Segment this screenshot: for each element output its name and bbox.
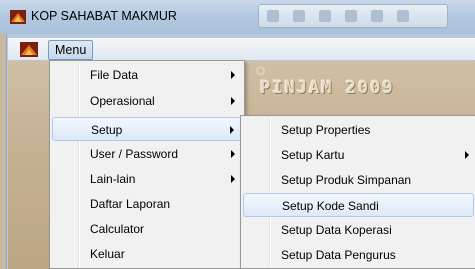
- menu-item-calculator[interactable]: Calculator: [52, 217, 242, 241]
- submenu-item-setup-data-koperasi[interactable]: Setup Data Koperasi: [243, 218, 474, 242]
- submenu-arrow-icon: [231, 175, 235, 183]
- submenu-item-label: Setup Data Koperasi: [281, 223, 392, 237]
- setup-submenu: Setup Properties Setup Kartu Setup Produ…: [240, 115, 475, 269]
- main-dropdown-menu: File Data Operasional Setup User / Passw…: [49, 60, 245, 269]
- submenu-arrow-icon: [230, 126, 234, 134]
- submenu-arrow-icon: [465, 151, 469, 159]
- submenu-item-setup-kartu[interactable]: Setup Kartu: [243, 143, 474, 167]
- menu-item-label: Daftar Laporan: [90, 197, 171, 211]
- menu-item-label: Setup: [91, 123, 123, 137]
- submenu-item-setup-produk-simpanan[interactable]: Setup Produk Simpanan: [243, 168, 474, 192]
- toolbar-settings-icon[interactable]: [397, 10, 409, 22]
- quick-access-toolbar: [258, 4, 448, 28]
- window-title: KOP SAHABAT MAKMUR: [31, 9, 177, 23]
- menu-item-user-password[interactable]: User / Password: [52, 142, 242, 166]
- submenu-item-label: Setup Produk Simpanan: [281, 173, 412, 187]
- menu-item-operasional[interactable]: Operasional: [52, 89, 242, 113]
- menu-item-daftar-laporan[interactable]: Daftar Laporan: [52, 192, 242, 216]
- submenu-item-label: Setup Properties: [281, 123, 371, 137]
- menu-item-label: Operasional: [90, 94, 155, 108]
- submenu-arrow-icon: [231, 71, 235, 79]
- app-logo-icon: [10, 10, 26, 24]
- menu-item-label: Keluar: [90, 247, 125, 261]
- submenu-item-label: Setup Kartu: [281, 148, 345, 162]
- menu-button[interactable]: Menu: [48, 40, 94, 60]
- window-titlebar: KOP SAHABAT MAKMUR: [0, 0, 475, 34]
- background-banner: PINJAM 2009: [260, 78, 395, 98]
- submenu-arrow-icon: [231, 150, 235, 158]
- toolbar-search-icon[interactable]: [371, 10, 383, 22]
- submenu-item-setup-kode-sandi[interactable]: Setup Kode Sandi: [243, 193, 474, 217]
- toolbar-forward-icon[interactable]: [293, 10, 305, 22]
- menu-item-label: Lain-lain: [90, 172, 136, 186]
- submenu-item-label: Setup Kode Sandi: [282, 199, 379, 213]
- toolbar-refresh-icon[interactable]: [345, 10, 357, 22]
- submenu-item-label: Setup Data Pengurus: [281, 248, 396, 262]
- menu-item-lain-lain[interactable]: Lain-lain: [52, 167, 242, 191]
- menu-item-file-data[interactable]: File Data: [52, 63, 242, 87]
- menu-item-label: File Data: [90, 68, 139, 82]
- toolbar-back-icon[interactable]: [267, 10, 279, 22]
- submenu-item-setup-properties[interactable]: Setup Properties: [243, 118, 474, 142]
- child-window-logo-icon[interactable]: [20, 42, 38, 57]
- menu-item-keluar[interactable]: Keluar: [52, 242, 242, 266]
- menu-item-label: Calculator: [90, 222, 145, 236]
- submenu-arrow-icon: [231, 97, 235, 105]
- toolbar-up-icon[interactable]: [319, 10, 331, 22]
- menu-item-label: User / Password: [90, 147, 179, 161]
- background-mark: O: [256, 64, 266, 78]
- submenu-item-setup-data-pengurus[interactable]: Setup Data Pengurus: [243, 243, 474, 267]
- menu-item-setup[interactable]: Setup: [52, 117, 242, 141]
